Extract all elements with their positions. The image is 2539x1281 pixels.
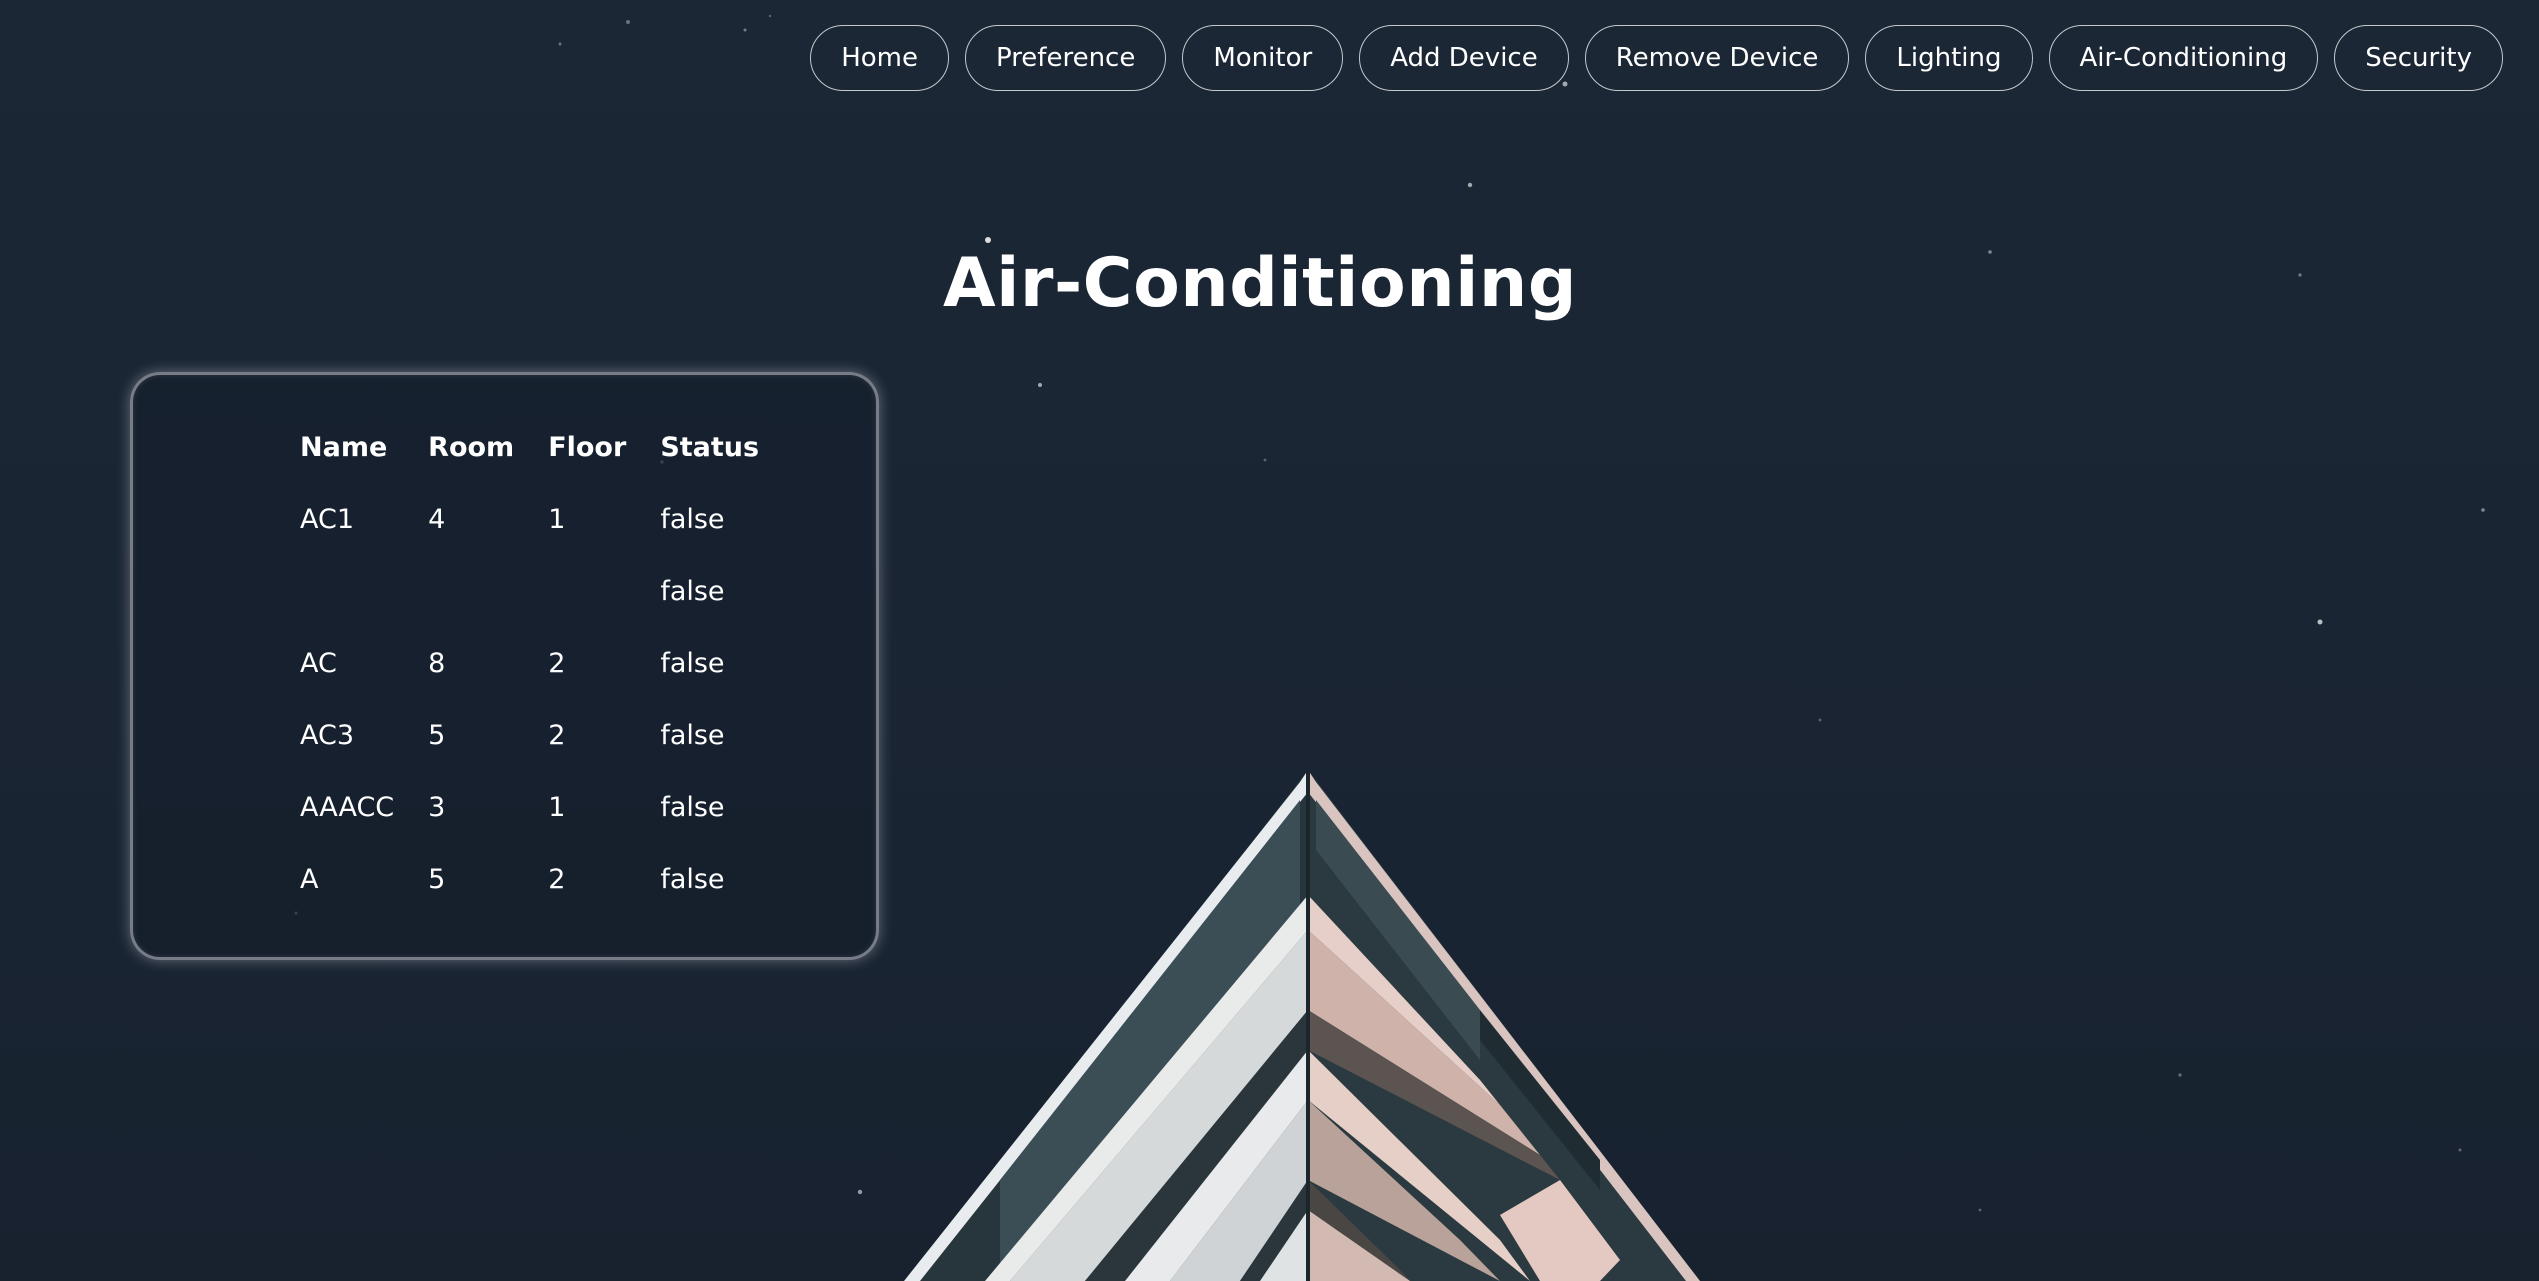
cell-name <box>300 555 428 627</box>
cell-room: 4 <box>428 503 446 535</box>
device-table: Name Room Floor Status AC1 4 1 false fal… <box>300 411 793 915</box>
table-row: AC 8 2 false <box>300 627 793 699</box>
cell-floor: 1 <box>548 791 566 823</box>
table-header-row: Name Room Floor Status <box>300 411 793 483</box>
page-title: Air-Conditioning <box>942 244 1578 323</box>
table-row: AC3 5 2 false <box>300 699 793 771</box>
column-header-room: Room <box>428 431 515 463</box>
cell-name: A <box>300 863 319 895</box>
page: Home Preference Monitor Add Device Remov… <box>0 0 2539 1281</box>
top-nav: Home Preference Monitor Add Device Remov… <box>810 25 2503 91</box>
cell-floor: 2 <box>548 647 566 679</box>
device-table-card: Name Room Floor Status AC1 4 1 false fal… <box>130 372 879 960</box>
cell-name: AAACC <box>300 791 395 823</box>
nav-monitor-button[interactable]: Monitor <box>1182 25 1344 91</box>
cell-room: 3 <box>428 791 446 823</box>
cell-status: false <box>660 575 725 607</box>
cell-room <box>428 555 548 627</box>
cell-status: false <box>660 863 725 895</box>
cell-status: false <box>660 647 725 679</box>
nav-home-button[interactable]: Home <box>810 25 949 91</box>
column-header-name: Name <box>300 431 388 463</box>
cell-room: 8 <box>428 647 446 679</box>
cell-status: false <box>660 791 725 823</box>
cell-name: AC1 <box>300 503 355 535</box>
cell-name: AC3 <box>300 719 355 751</box>
nav-remove-device-button[interactable]: Remove Device <box>1584 25 1850 91</box>
nav-air-conditioning-button[interactable]: Air-Conditioning <box>2048 25 2319 91</box>
column-header-floor: Floor <box>548 431 627 463</box>
nav-add-device-button[interactable]: Add Device <box>1359 25 1569 91</box>
cell-floor: 1 <box>548 503 566 535</box>
nav-preference-button[interactable]: Preference <box>964 25 1167 91</box>
cell-room: 5 <box>428 719 446 751</box>
cell-floor <box>548 555 660 627</box>
cell-room: 5 <box>428 863 446 895</box>
cell-floor: 2 <box>548 719 566 751</box>
table-row: AC1 4 1 false <box>300 483 793 555</box>
nav-security-button[interactable]: Security <box>2334 25 2503 91</box>
cell-floor: 2 <box>548 863 566 895</box>
table-row: A 5 2 false <box>300 843 793 915</box>
table-row: false <box>300 555 793 627</box>
cell-name: AC <box>300 647 337 679</box>
nav-lighting-button[interactable]: Lighting <box>1865 25 2033 91</box>
cell-status: false <box>660 719 725 751</box>
table-row: AAACC 3 1 false <box>300 771 793 843</box>
cell-status: false <box>660 503 725 535</box>
column-header-status: Status <box>660 431 760 463</box>
